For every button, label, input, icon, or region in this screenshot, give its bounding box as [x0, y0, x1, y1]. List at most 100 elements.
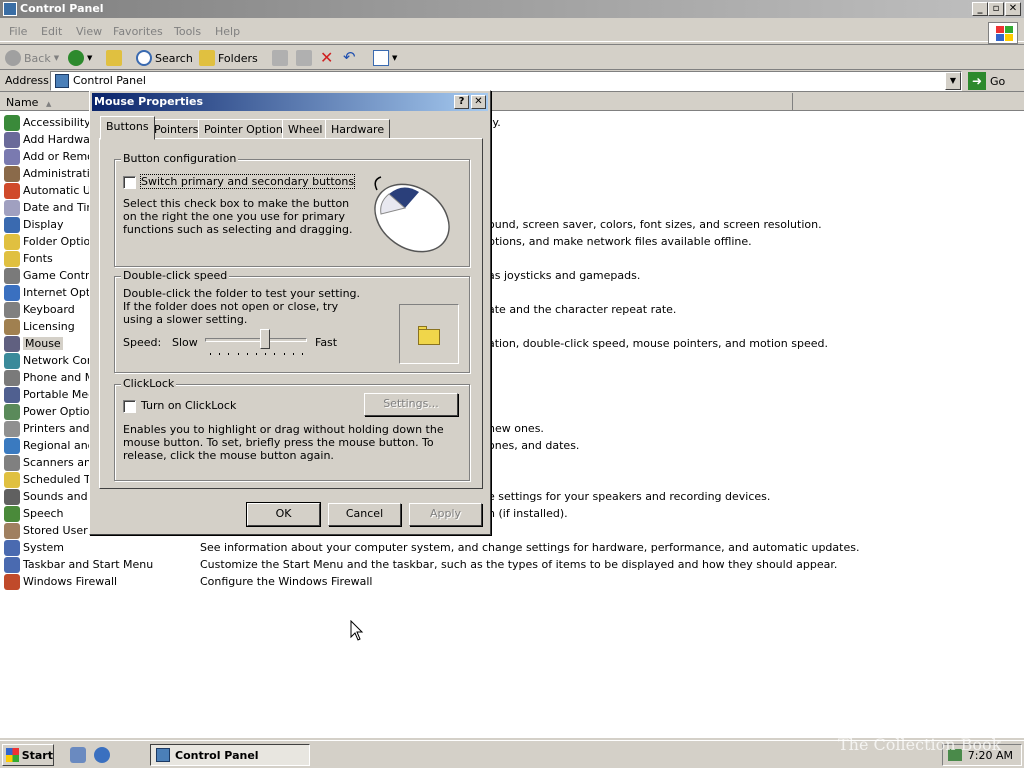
tab-pointer-options[interactable]: Pointer Options: [198, 119, 295, 139]
control-panel-item-icon: [4, 369, 20, 386]
double-click-description: Double-click the folder to test your set…: [123, 287, 361, 326]
list-item[interactable]: Taskbar and Start Menu: [4, 556, 194, 573]
item-name: Internet Optic: [23, 286, 100, 299]
chevron-down-icon: ▼: [949, 76, 957, 85]
double-click-speed-slider[interactable]: [205, 329, 307, 359]
button-configuration-group: Button configuration Switch primary and …: [114, 152, 470, 267]
delete-button[interactable]: ✕: [320, 48, 333, 67]
switch-buttons-label[interactable]: Switch primary and secondary buttons: [139, 174, 356, 189]
test-folder-area[interactable]: [399, 304, 459, 364]
tab-buttons[interactable]: Buttons: [100, 116, 155, 140]
search-icon: [136, 50, 152, 66]
windows-flag-icon: [6, 748, 19, 762]
windows-logo-icon: [988, 22, 1018, 44]
tab-pointers[interactable]: Pointers: [148, 119, 205, 139]
menu-file[interactable]: File: [9, 25, 27, 38]
go-button[interactable]: ➜ Go: [968, 72, 1005, 90]
menu-favorites[interactable]: Favorites: [113, 25, 163, 38]
item-comment: ptions, and make network files available…: [488, 235, 752, 248]
apply-button[interactable]: Apply: [409, 503, 482, 526]
control-panel-icon: [156, 748, 170, 762]
clicklock-description: Enables you to highlight or drag without…: [123, 423, 444, 462]
tab-hardware[interactable]: Hardware: [325, 119, 391, 139]
dialog-title: Mouse Properties: [94, 95, 204, 108]
control-panel-icon: [3, 2, 17, 16]
item-name: Mouse: [23, 337, 63, 350]
clicklock-label[interactable]: Turn on ClickLock: [141, 399, 236, 412]
control-panel-item-icon: [4, 522, 20, 539]
menu-view[interactable]: View: [76, 25, 102, 38]
help-button[interactable]: ?: [454, 95, 469, 109]
control-panel-item-icon: [4, 250, 20, 267]
sort-up-icon: ▲: [45, 100, 52, 108]
control-panel-icon: [55, 74, 69, 88]
show-desktop-icon[interactable]: [70, 747, 86, 763]
slider-tick: [302, 353, 303, 355]
slider-tick: [228, 353, 230, 355]
item-name: System: [23, 541, 65, 554]
control-panel-item-icon: [4, 318, 20, 335]
control-panel-item-icon: [4, 335, 20, 352]
forward-button[interactable]: ▼: [68, 50, 92, 66]
internet-explorer-icon[interactable]: [94, 747, 110, 763]
menu-help[interactable]: Help: [215, 25, 240, 38]
mouse-cursor-icon: [350, 620, 364, 641]
start-button[interactable]: Start: [2, 744, 54, 766]
move-to-button[interactable]: [272, 50, 288, 66]
address-input[interactable]: Control Panel ▼: [50, 71, 962, 91]
item-name: Folder Option: [23, 235, 98, 248]
address-value: Control Panel: [73, 74, 146, 87]
window-titlebar[interactable]: Control Panel _ ▫ ✕: [0, 0, 1024, 18]
views-button[interactable]: ▼: [373, 50, 397, 66]
toolbar: Back ▼ ▼ Search Folders ✕ ↶ ▼: [0, 44, 1024, 70]
menu-edit[interactable]: Edit: [41, 25, 62, 38]
task-control-panel[interactable]: Control Panel: [150, 744, 310, 766]
list-item[interactable]: Windows Firewall: [4, 573, 194, 590]
item-comment: ation, double-click speed, mouse pointer…: [488, 337, 828, 350]
tab-wheel[interactable]: Wheel: [282, 119, 329, 139]
undo-button[interactable]: ↶: [343, 48, 356, 66]
control-panel-item-icon: [4, 556, 20, 573]
back-button[interactable]: Back ▼: [5, 50, 59, 66]
control-panel-item-icon: [4, 454, 20, 471]
chevron-down-icon: ▼: [392, 54, 398, 62]
item-name: Stored User N: [23, 524, 100, 537]
search-button[interactable]: Search: [136, 50, 193, 66]
up-button[interactable]: [106, 50, 122, 66]
button-config-description: Select this check box to make the button…: [123, 197, 353, 236]
item-name: Regional and: [23, 439, 95, 452]
test-folder-icon: [418, 329, 440, 345]
item-comment: e settings for your speakers and recordi…: [488, 490, 771, 503]
cancel-button[interactable]: Cancel: [328, 503, 401, 526]
close-button[interactable]: ✕: [1005, 2, 1021, 16]
ok-button[interactable]: OK: [246, 502, 321, 527]
menu-tools[interactable]: Tools: [174, 25, 201, 38]
dialog-titlebar[interactable]: Mouse Properties ? ✕: [92, 93, 488, 111]
minimize-button[interactable]: _: [972, 2, 988, 16]
group-label: Button configuration: [121, 152, 239, 165]
control-panel-item-icon: [4, 352, 20, 369]
control-panel-item-icon: [4, 488, 20, 505]
copy-to-button[interactable]: [296, 50, 312, 66]
mouse-properties-dialog: Mouse Properties ? ✕ Buttons Pointers Po…: [89, 90, 491, 535]
slider-tick: [292, 353, 294, 355]
watermark: The Collection Book: [838, 735, 1002, 754]
dialog-close-button[interactable]: ✕: [471, 95, 486, 109]
folders-button[interactable]: Folders: [199, 50, 258, 66]
item-name: Speech: [23, 507, 64, 520]
switch-buttons-checkbox[interactable]: [123, 176, 136, 189]
address-dropdown-button[interactable]: ▼: [945, 72, 961, 90]
list-item[interactable]: System: [4, 539, 194, 556]
group-label: ClickLock: [121, 377, 177, 390]
item-name: Display: [23, 218, 64, 231]
address-label: Address: [5, 74, 49, 87]
maximize-button[interactable]: ▫: [988, 2, 1004, 16]
clicklock-settings-button[interactable]: Settings...: [364, 393, 458, 416]
clicklock-checkbox[interactable]: [123, 400, 136, 413]
speed-label: Speed:: [123, 336, 162, 349]
item-name: Sounds and A: [23, 490, 99, 503]
slider-tick: [256, 353, 257, 355]
views-icon: [373, 50, 389, 66]
slider-thumb[interactable]: [260, 329, 270, 349]
go-arrow-icon: ➜: [968, 72, 986, 90]
